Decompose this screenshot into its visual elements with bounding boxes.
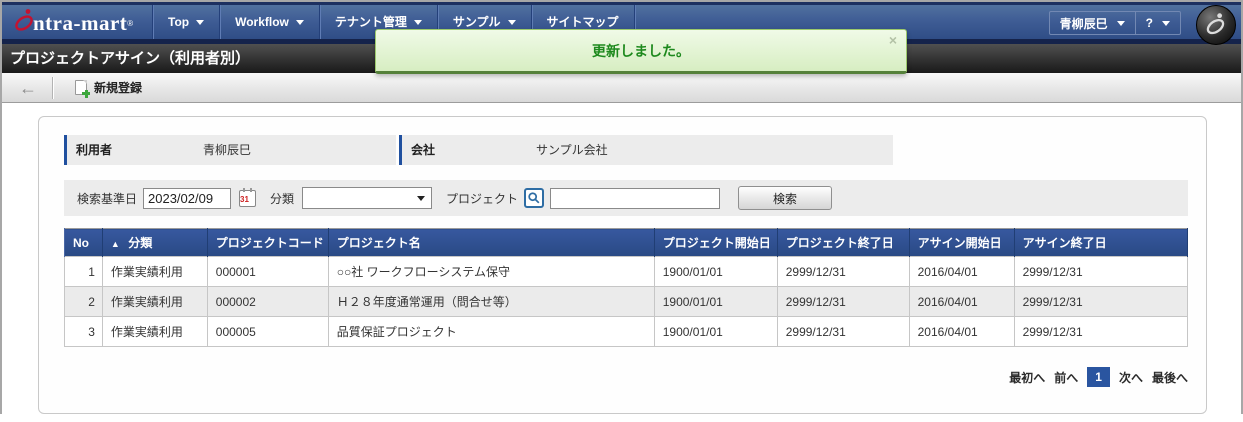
chevron-down-icon <box>196 19 205 25</box>
toolbar-separator <box>52 76 53 99</box>
intra-mart-logo: ntra-mart ® <box>2 5 152 39</box>
cell-assign-end: 2999/12/31 <box>1013 256 1189 287</box>
main-panel: 利用者 青柳辰巳 会社 サンプル会社 検索基準日 31 分類 <box>38 116 1207 414</box>
base-date-label: 検索基準日 <box>77 191 138 206</box>
cell-no: 1 <box>64 256 103 287</box>
cell-category: 作業実績利用 <box>101 256 208 287</box>
column-header-no[interactable]: No <box>64 228 103 257</box>
notification-message: 更新しました。 <box>592 42 690 59</box>
chevron-down-icon <box>417 196 426 201</box>
back-button[interactable]: ← <box>16 76 40 100</box>
nav-item-label: Workflow <box>235 15 289 29</box>
base-date-input[interactable] <box>143 187 232 209</box>
cell-project-name: Ｈ２８年度通常運用（問合せ等） <box>327 286 655 317</box>
cell-project-name: 品質保証プロジェクト <box>327 316 655 347</box>
back-arrow-icon: ← <box>19 77 37 98</box>
column-header-project-name[interactable]: プロジェクト名 <box>327 228 655 257</box>
chevron-down-icon <box>1162 20 1170 26</box>
column-header-project-code[interactable]: プロジェクトコード <box>206 228 329 257</box>
cell-project-end: 2999/12/31 <box>776 316 910 347</box>
cell-project-code: 000005 <box>206 316 329 347</box>
new-entry-button[interactable]: 新規登録 <box>65 76 152 100</box>
content-area: 利用者 青柳辰巳 会社 サンプル会社 検索基準日 31 分類 <box>2 103 1241 415</box>
success-notification: 更新しました。 × <box>375 29 907 74</box>
table-row[interactable]: 1 作業実績利用 000001 ○○社 ワークフローシステム保守 1900/01… <box>64 256 1189 287</box>
logo-text: ntra-mart <box>33 10 128 35</box>
search-bar: 検索基準日 31 分類 プロジェクト <box>64 180 1188 216</box>
cell-category: 作業実績利用 <box>101 316 208 347</box>
pagination-last[interactable]: 最後へ <box>1152 369 1188 386</box>
table-row[interactable]: 3 作業実績利用 000005 品質保証プロジェクト 1900/01/01 29… <box>64 316 1189 347</box>
search-lookup-icon[interactable] <box>524 188 545 208</box>
table-row[interactable]: 2 作業実績利用 000002 Ｈ２８年度通常運用（問合せ等） 1900/01/… <box>64 286 1189 317</box>
category-label: 分類 <box>270 191 295 206</box>
cell-project-start: 1900/01/01 <box>653 256 778 287</box>
cell-assign-start: 2016/04/01 <box>908 316 1015 347</box>
nav-item-label: Top <box>168 15 190 29</box>
category-select[interactable] <box>302 187 433 209</box>
app-window: ntra-mart ® Top Workflow テナント管理 サンプル サイト… <box>0 0 1243 415</box>
cell-project-code: 000001 <box>206 256 329 287</box>
calendar-icon[interactable]: 31 <box>239 187 257 207</box>
cell-assign-end: 2999/12/31 <box>1013 286 1189 317</box>
pagination-first[interactable]: 最初へ <box>1009 369 1045 386</box>
pagination-current-page: 1 <box>1087 367 1110 387</box>
pagination-next[interactable]: 次へ <box>1119 369 1143 386</box>
new-document-icon <box>75 80 90 98</box>
chevron-down-icon <box>295 19 304 25</box>
cell-no: 2 <box>64 286 103 317</box>
user-label: 利用者 <box>64 135 200 165</box>
cell-project-end: 2999/12/31 <box>776 286 910 317</box>
new-entry-label: 新規登録 <box>94 81 143 95</box>
user-menu-group: 青柳辰巳 ? <box>1048 11 1181 35</box>
chevron-down-icon <box>507 19 516 25</box>
sort-ascending-icon: ▲ <box>110 239 120 249</box>
page-title: プロジェクトアサイン（利用者別） <box>10 50 251 67</box>
pagination-prev[interactable]: 前へ <box>1054 369 1078 386</box>
cell-project-end: 2999/12/31 <box>776 256 910 287</box>
cell-no: 3 <box>64 316 103 347</box>
close-icon[interactable]: × <box>889 33 897 47</box>
chevron-down-icon <box>413 19 422 25</box>
user-menu-button[interactable]: 青柳辰巳 <box>1050 12 1136 34</box>
column-header-category[interactable]: ▲ 分類 <box>101 228 208 257</box>
project-assign-table: No ▲ 分類 プロジェクトコード プロジェクト名 プロジェクト開始日 プロジェ… <box>64 228 1189 347</box>
cell-assign-start: 2016/04/01 <box>908 256 1015 287</box>
column-header-assign-start[interactable]: アサイン開始日 <box>908 228 1015 257</box>
cell-assign-start: 2016/04/01 <box>908 286 1015 317</box>
project-input[interactable] <box>550 187 721 209</box>
company-value: サンプル会社 <box>533 135 893 165</box>
chevron-down-icon <box>1116 20 1125 26</box>
cell-project-name: ○○社 ワークフローシステム保守 <box>327 256 655 287</box>
nav-item-top[interactable]: Top <box>152 5 219 39</box>
toolbar: ← 新規登録 <box>2 73 1241 103</box>
logo-registered-mark: ® <box>127 18 134 28</box>
user-info-row: 利用者 青柳辰巳 会社 サンプル会社 <box>64 135 1186 165</box>
intra-mart-brand-icon <box>1196 5 1236 45</box>
cell-assign-end: 2999/12/31 <box>1013 316 1189 347</box>
user-name: 青柳辰巳 <box>1059 16 1108 31</box>
company-label: 会社 <box>399 135 533 165</box>
column-header-project-start[interactable]: プロジェクト開始日 <box>653 228 778 257</box>
cell-project-code: 000002 <box>206 286 329 317</box>
intra-mart-logo-swirl-icon <box>14 7 35 39</box>
table-header-row: No ▲ 分類 プロジェクトコード プロジェクト名 プロジェクト開始日 プロジェ… <box>64 228 1189 257</box>
search-button[interactable]: 検索 <box>738 186 833 210</box>
cell-category: 作業実績利用 <box>101 286 208 317</box>
pagination: 最初へ 前へ 1 次へ 最後へ <box>64 367 1188 387</box>
project-label: プロジェクト <box>446 191 519 206</box>
help-menu-button[interactable]: ? <box>1136 12 1180 34</box>
cell-project-start: 1900/01/01 <box>653 286 778 317</box>
column-header-assign-end[interactable]: アサイン終了日 <box>1013 228 1189 257</box>
user-value: 青柳辰巳 <box>200 135 396 165</box>
column-header-project-end[interactable]: プロジェクト終了日 <box>776 228 910 257</box>
nav-item-workflow[interactable]: Workflow <box>219 5 319 39</box>
cell-project-start: 1900/01/01 <box>653 316 778 347</box>
help-label: ? <box>1145 16 1153 30</box>
